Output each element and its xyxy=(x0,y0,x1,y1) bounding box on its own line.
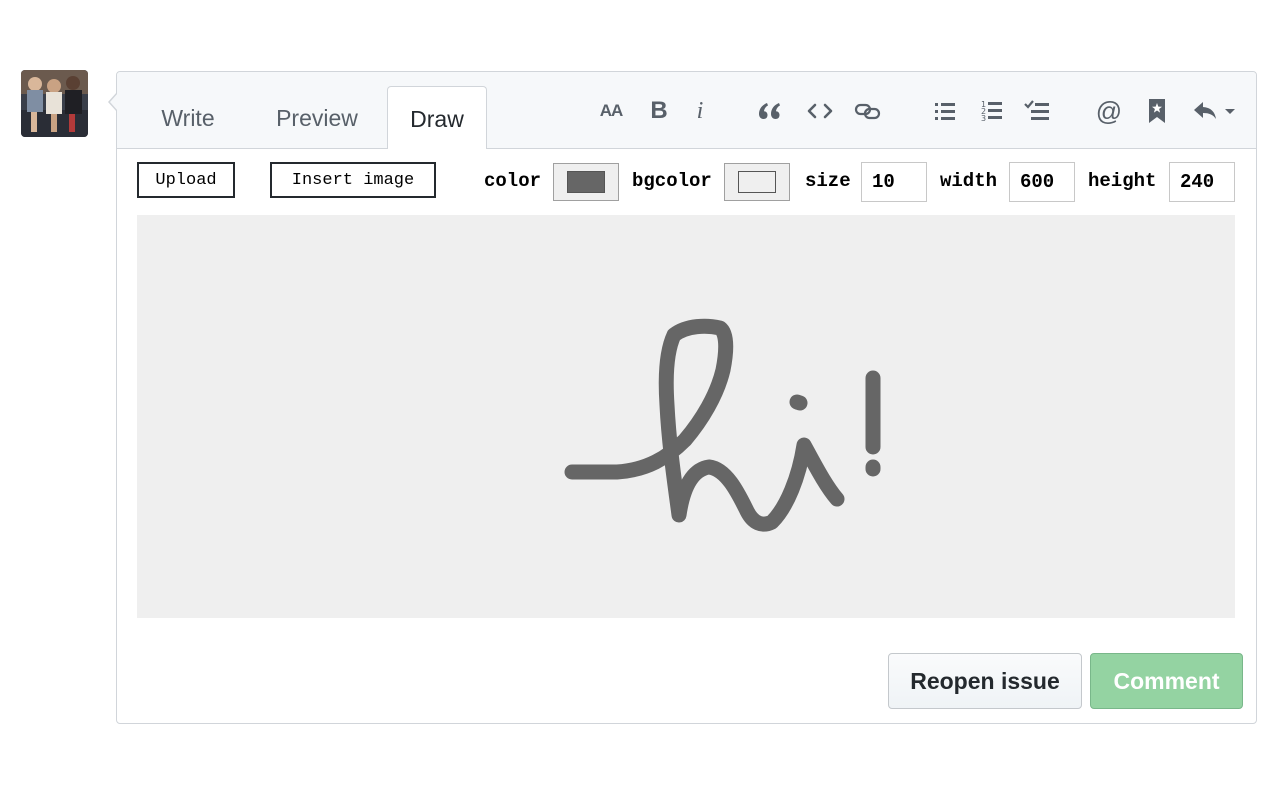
avatar-photo xyxy=(21,70,88,137)
width-input[interactable]: 600 xyxy=(1009,162,1075,202)
color-label: color xyxy=(484,170,542,192)
link-glyph xyxy=(854,103,881,120)
insert-image-button[interactable]: Insert image xyxy=(270,162,436,198)
avatar[interactable] xyxy=(21,70,88,137)
saved-reply-icon[interactable] xyxy=(1140,94,1174,128)
tab-preview[interactable]: Preview xyxy=(261,86,373,148)
mention-glyph: @ xyxy=(1095,95,1123,126)
quote-icon[interactable] xyxy=(752,94,786,128)
ordered-list-glyph: 1 2 3 xyxy=(981,100,1002,123)
bgcolor-swatch xyxy=(738,171,776,193)
canvas-background xyxy=(137,215,1235,618)
text-size-icon[interactable]: AA xyxy=(594,94,628,128)
italic-icon[interactable]: i xyxy=(683,94,717,128)
upload-button[interactable]: Upload xyxy=(137,162,235,198)
color-picker[interactable] xyxy=(553,163,619,201)
comment-form: Write Preview Draw AA B i 1 2 3 @ Upload… xyxy=(108,71,1257,724)
unordered-list-icon[interactable] xyxy=(928,94,962,128)
quote-glyph xyxy=(759,103,780,119)
size-input[interactable]: 10 xyxy=(861,162,927,202)
code-glyph xyxy=(807,103,833,119)
comment-button[interactable]: Comment xyxy=(1090,653,1243,709)
bgcolor-label: bgcolor xyxy=(632,170,712,192)
svg-text:3: 3 xyxy=(981,114,986,123)
height-input[interactable]: 240 xyxy=(1169,162,1235,202)
tab-draw[interactable]: Draw xyxy=(387,86,487,149)
mention-icon[interactable]: @ xyxy=(1092,94,1126,128)
tab-write[interactable]: Write xyxy=(143,86,233,148)
height-label: height xyxy=(1088,170,1157,192)
bold-icon[interactable]: B xyxy=(642,94,676,128)
editor-header: Write Preview Draw AA B i 1 2 3 @ xyxy=(117,72,1256,149)
bgcolor-picker[interactable] xyxy=(724,163,790,201)
color-swatch xyxy=(567,171,605,193)
task-list-glyph xyxy=(1024,100,1049,120)
unordered-list-glyph xyxy=(935,103,955,120)
text-size-glyph: AA xyxy=(599,101,624,120)
drawing-canvas[interactable] xyxy=(137,215,1235,618)
reply-icon[interactable] xyxy=(1191,94,1239,128)
task-list-icon[interactable] xyxy=(1020,94,1054,128)
size-label: size xyxy=(805,170,851,192)
width-label: width xyxy=(940,170,998,192)
italic-glyph: i xyxy=(696,97,704,124)
ordered-list-icon[interactable]: 1 2 3 xyxy=(975,94,1009,128)
code-icon[interactable] xyxy=(803,94,837,128)
draw-toolbar: Upload Insert image color bgcolor size 1… xyxy=(117,160,1256,204)
link-icon[interactable] xyxy=(851,94,885,128)
bookmark-glyph xyxy=(1149,99,1165,123)
bold-glyph: B xyxy=(650,97,668,124)
reply-glyph xyxy=(1194,102,1235,119)
reopen-issue-button[interactable]: Reopen issue xyxy=(888,653,1082,709)
comment-pointer-fill xyxy=(110,93,118,111)
